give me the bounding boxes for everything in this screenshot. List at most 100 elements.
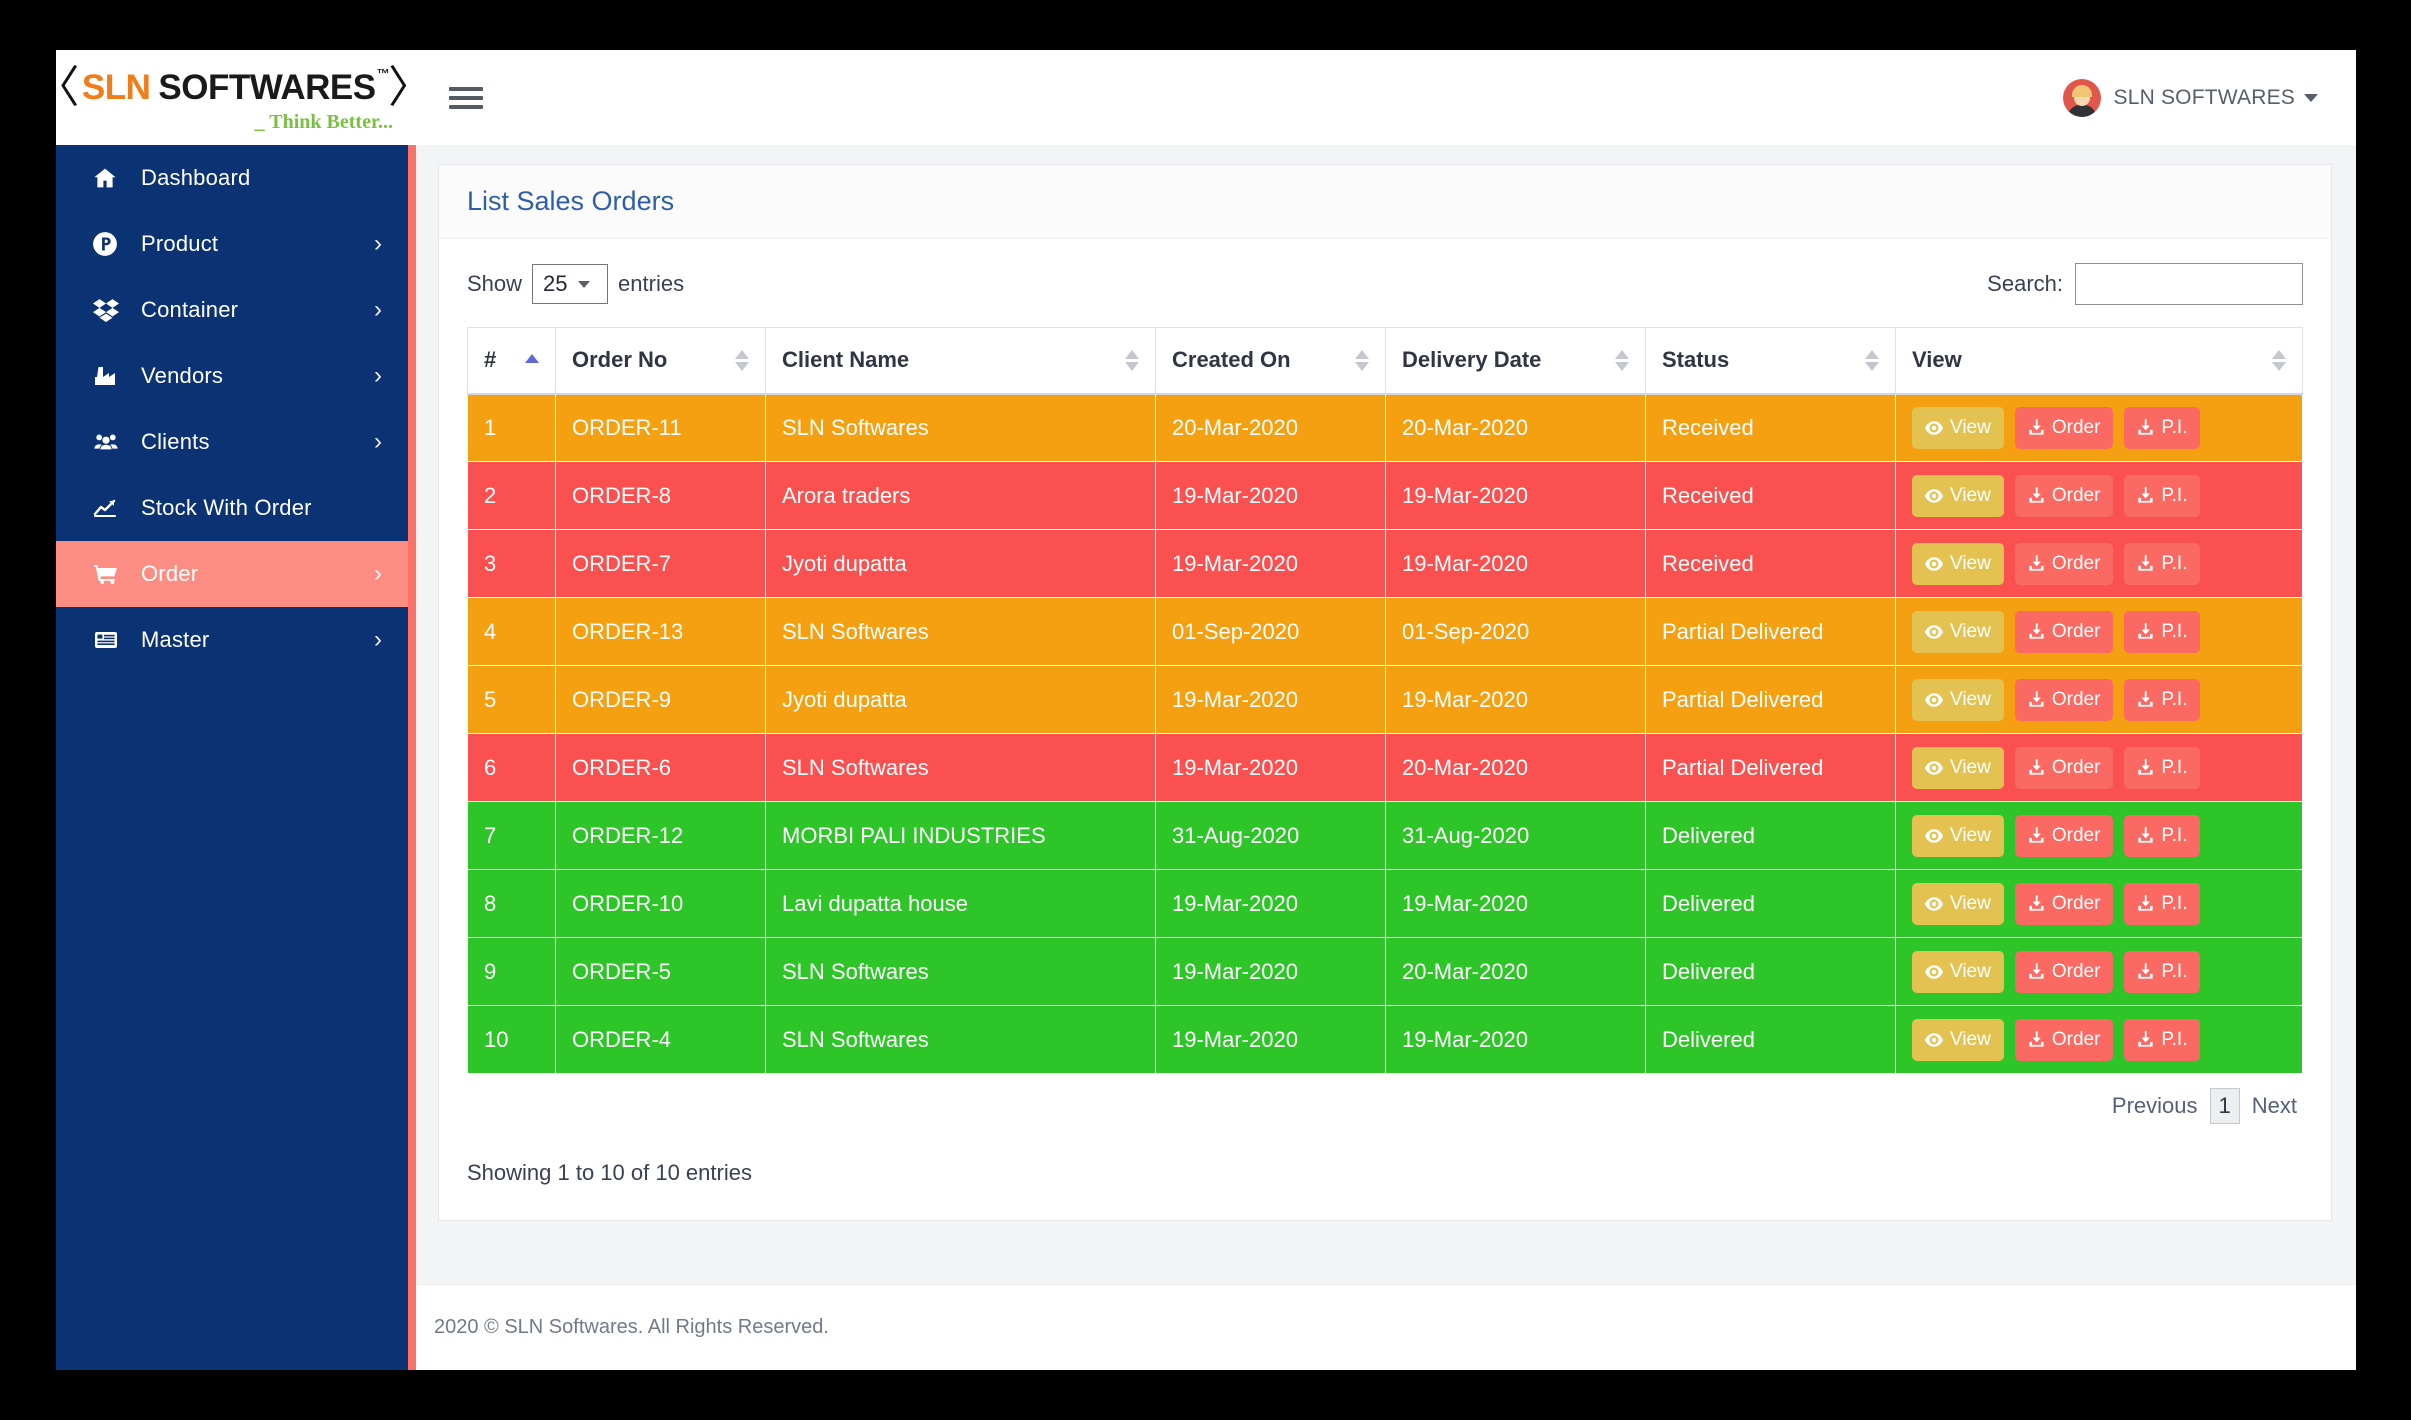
logo-text-softwares: SOFTWARES	[158, 70, 375, 105]
cell-created-on: 19-Mar-2020	[1156, 734, 1386, 802]
download-icon	[2137, 827, 2154, 844]
download-pi-button[interactable]: P.I.	[2124, 747, 2200, 789]
logo-tagline: _ Think Better...	[255, 111, 393, 134]
download-order-button[interactable]: Order	[2015, 883, 2114, 925]
view-button[interactable]: View	[1912, 611, 2004, 653]
sidebar-item-order[interactable]: Order ›	[56, 541, 408, 607]
column-header-order-no[interactable]: Order No	[556, 328, 766, 394]
download-pi-button[interactable]: P.I.	[2124, 407, 2200, 449]
view-button[interactable]: View	[1912, 815, 2004, 857]
sidebar-item-master[interactable]: Master ›	[56, 607, 408, 673]
pagination-previous[interactable]: Previous	[2106, 1093, 2204, 1119]
brand-logo[interactable]: 〈 SLN SOFTWARES ™ 〉 _ Think Better...	[56, 50, 411, 145]
download-order-button[interactable]: Order	[2015, 611, 2114, 653]
table-row: 4ORDER-13SLN Softwares01-Sep-202001-Sep-…	[468, 598, 2303, 666]
download-pi-button[interactable]: P.I.	[2124, 611, 2200, 653]
download-order-button[interactable]: Order	[2015, 475, 2114, 517]
cell-client-name: Lavi dupatta house	[766, 870, 1156, 938]
download-pi-button[interactable]: P.I.	[2124, 543, 2200, 585]
order-button-label: Order	[2052, 417, 2101, 439]
home-icon	[92, 166, 132, 190]
hamburger-icon[interactable]	[449, 83, 483, 113]
download-order-button[interactable]: Order	[2015, 543, 2114, 585]
pagination-page-1[interactable]: 1	[2210, 1088, 2240, 1124]
download-pi-button[interactable]: P.I.	[2124, 475, 2200, 517]
view-button-label: View	[1950, 1029, 1991, 1051]
cell-created-on: 01-Sep-2020	[1156, 598, 1386, 666]
download-pi-button[interactable]: P.I.	[2124, 679, 2200, 721]
sidebar-item-dashboard[interactable]: Dashboard	[56, 145, 408, 211]
cell-status: Received	[1646, 530, 1896, 598]
download-pi-button[interactable]: P.I.	[2124, 815, 2200, 857]
table-row: 7ORDER-12MORBI PALI INDUSTRIES31-Aug-202…	[468, 802, 2303, 870]
sidebar-item-clients[interactable]: Clients ›	[56, 409, 408, 475]
cell-actions: View Order P.I.	[1896, 530, 2303, 598]
column-header-client-name[interactable]: Client Name	[766, 328, 1156, 394]
search-input[interactable]	[2075, 263, 2303, 305]
column-header-view[interactable]: View	[1896, 328, 2303, 394]
sidebar-item-label: Product	[141, 231, 218, 257]
download-order-button[interactable]: Order	[2015, 951, 2114, 993]
cell-order-no: ORDER-9	[556, 666, 766, 734]
sidebar-item-container[interactable]: Container ›	[56, 277, 408, 343]
download-order-button[interactable]: Order	[2015, 815, 2114, 857]
view-button[interactable]: View	[1912, 407, 2004, 449]
column-label: View	[1912, 347, 1962, 373]
eye-icon	[1925, 489, 1943, 503]
chevron-right-icon: ›	[374, 232, 382, 256]
search-control: Search:	[1987, 263, 2303, 305]
cell-client-name: SLN Softwares	[766, 394, 1156, 462]
cell-order-no: ORDER-8	[556, 462, 766, 530]
download-order-button[interactable]: Order	[2015, 1019, 2114, 1061]
cell-created-on: 20-Mar-2020	[1156, 394, 1386, 462]
sidebar-item-product[interactable]: Product ›	[56, 211, 408, 277]
view-button[interactable]: View	[1912, 951, 2004, 993]
download-icon	[2028, 895, 2045, 912]
chevron-right-icon: ›	[374, 430, 382, 454]
download-icon	[2028, 1031, 2045, 1048]
download-icon	[2137, 419, 2154, 436]
page-length-select[interactable]: 25	[532, 264, 608, 304]
cell-status: Delivered	[1646, 938, 1896, 1006]
pi-button-label: P.I.	[2161, 825, 2187, 847]
view-button[interactable]: View	[1912, 543, 2004, 585]
eye-icon	[1925, 761, 1943, 775]
cell-num: 10	[468, 1006, 556, 1074]
download-order-button[interactable]: Order	[2015, 407, 2114, 449]
column-header-delivery-date[interactable]: Delivery Date	[1386, 328, 1646, 394]
chevron-down-icon	[578, 281, 590, 288]
column-label: Status	[1662, 347, 1729, 373]
page-length-value: 25	[543, 271, 567, 297]
download-pi-button[interactable]: P.I.	[2124, 1019, 2200, 1061]
column-header-created-on[interactable]: Created On	[1156, 328, 1386, 394]
view-button-label: View	[1950, 893, 1991, 915]
column-header-num[interactable]: #	[468, 328, 556, 394]
pi-button-label: P.I.	[2161, 553, 2187, 575]
cell-created-on: 19-Mar-2020	[1156, 870, 1386, 938]
view-button[interactable]: View	[1912, 679, 2004, 721]
table-header-row: # Order No	[468, 328, 2303, 394]
eye-icon	[1925, 557, 1943, 571]
sidebar-item-label: Vendors	[141, 363, 223, 389]
cell-order-no: ORDER-11	[556, 394, 766, 462]
download-pi-button[interactable]: P.I.	[2124, 951, 2200, 993]
cell-actions: View Order P.I.	[1896, 802, 2303, 870]
view-button[interactable]: View	[1912, 475, 2004, 517]
download-order-button[interactable]: Order	[2015, 679, 2114, 721]
download-icon	[2028, 963, 2045, 980]
user-menu[interactable]: SLN SOFTWARES	[2063, 79, 2318, 117]
pagination-next[interactable]: Next	[2246, 1093, 2303, 1119]
view-button[interactable]: View	[1912, 883, 2004, 925]
sidebar-item-stock-with-order[interactable]: Stock With Order	[56, 475, 408, 541]
download-pi-button[interactable]: P.I.	[2124, 883, 2200, 925]
download-order-button[interactable]: Order	[2015, 747, 2114, 789]
column-header-status[interactable]: Status	[1646, 328, 1896, 394]
table-row: 8ORDER-10Lavi dupatta house19-Mar-202019…	[468, 870, 2303, 938]
order-button-label: Order	[2052, 893, 2101, 915]
table-row: 9ORDER-5SLN Softwares19-Mar-202020-Mar-2…	[468, 938, 2303, 1006]
view-button[interactable]: View	[1912, 747, 2004, 789]
view-button-label: View	[1950, 961, 1991, 983]
view-button[interactable]: View	[1912, 1019, 2004, 1061]
table-row: 1ORDER-11SLN Softwares20-Mar-202020-Mar-…	[468, 394, 2303, 462]
sidebar-item-vendors[interactable]: Vendors ›	[56, 343, 408, 409]
